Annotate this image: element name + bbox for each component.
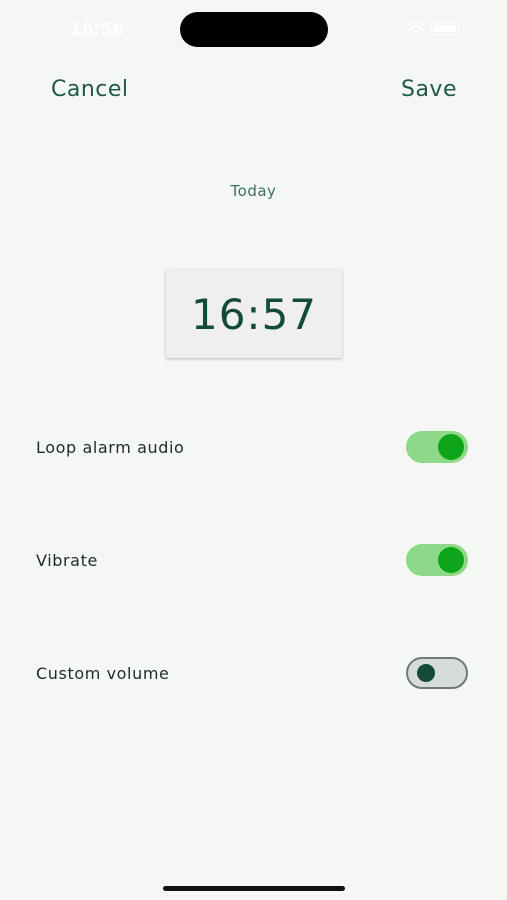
status-time: 16:56 (70, 20, 125, 40)
setting-row-loop-alarm-audio: Loop alarm audio (36, 430, 468, 464)
battery-icon (431, 22, 459, 35)
toggle-knob (417, 664, 435, 682)
save-button[interactable]: Save (401, 77, 457, 102)
setting-label: Vibrate (36, 550, 98, 570)
setting-label: Custom volume (36, 663, 170, 683)
setting-row-vibrate: Vibrate (36, 543, 468, 577)
home-indicator[interactable] (163, 886, 345, 891)
alarm-day-label: Today (230, 182, 277, 200)
setting-row-custom-volume: Custom volume (36, 656, 468, 690)
alarm-time: 16:57 (190, 289, 318, 339)
custom-volume-toggle[interactable] (406, 657, 468, 689)
setting-label: Loop alarm audio (36, 437, 185, 457)
vibrate-toggle[interactable] (406, 544, 468, 576)
alarm-edit-screen: 16:56 Cancel Save Today 16:57 Loop alarm… (0, 0, 507, 900)
toggle-knob (438, 547, 464, 573)
loop-alarm-audio-toggle[interactable] (406, 431, 468, 463)
time-picker[interactable]: 16:57 (166, 270, 342, 358)
cancel-button[interactable]: Cancel (51, 77, 129, 102)
status-icons (407, 22, 459, 35)
dynamic-island (180, 12, 328, 47)
wifi-icon (407, 22, 425, 35)
status-bar: 16:56 (0, 0, 507, 58)
toggle-knob (438, 434, 464, 460)
